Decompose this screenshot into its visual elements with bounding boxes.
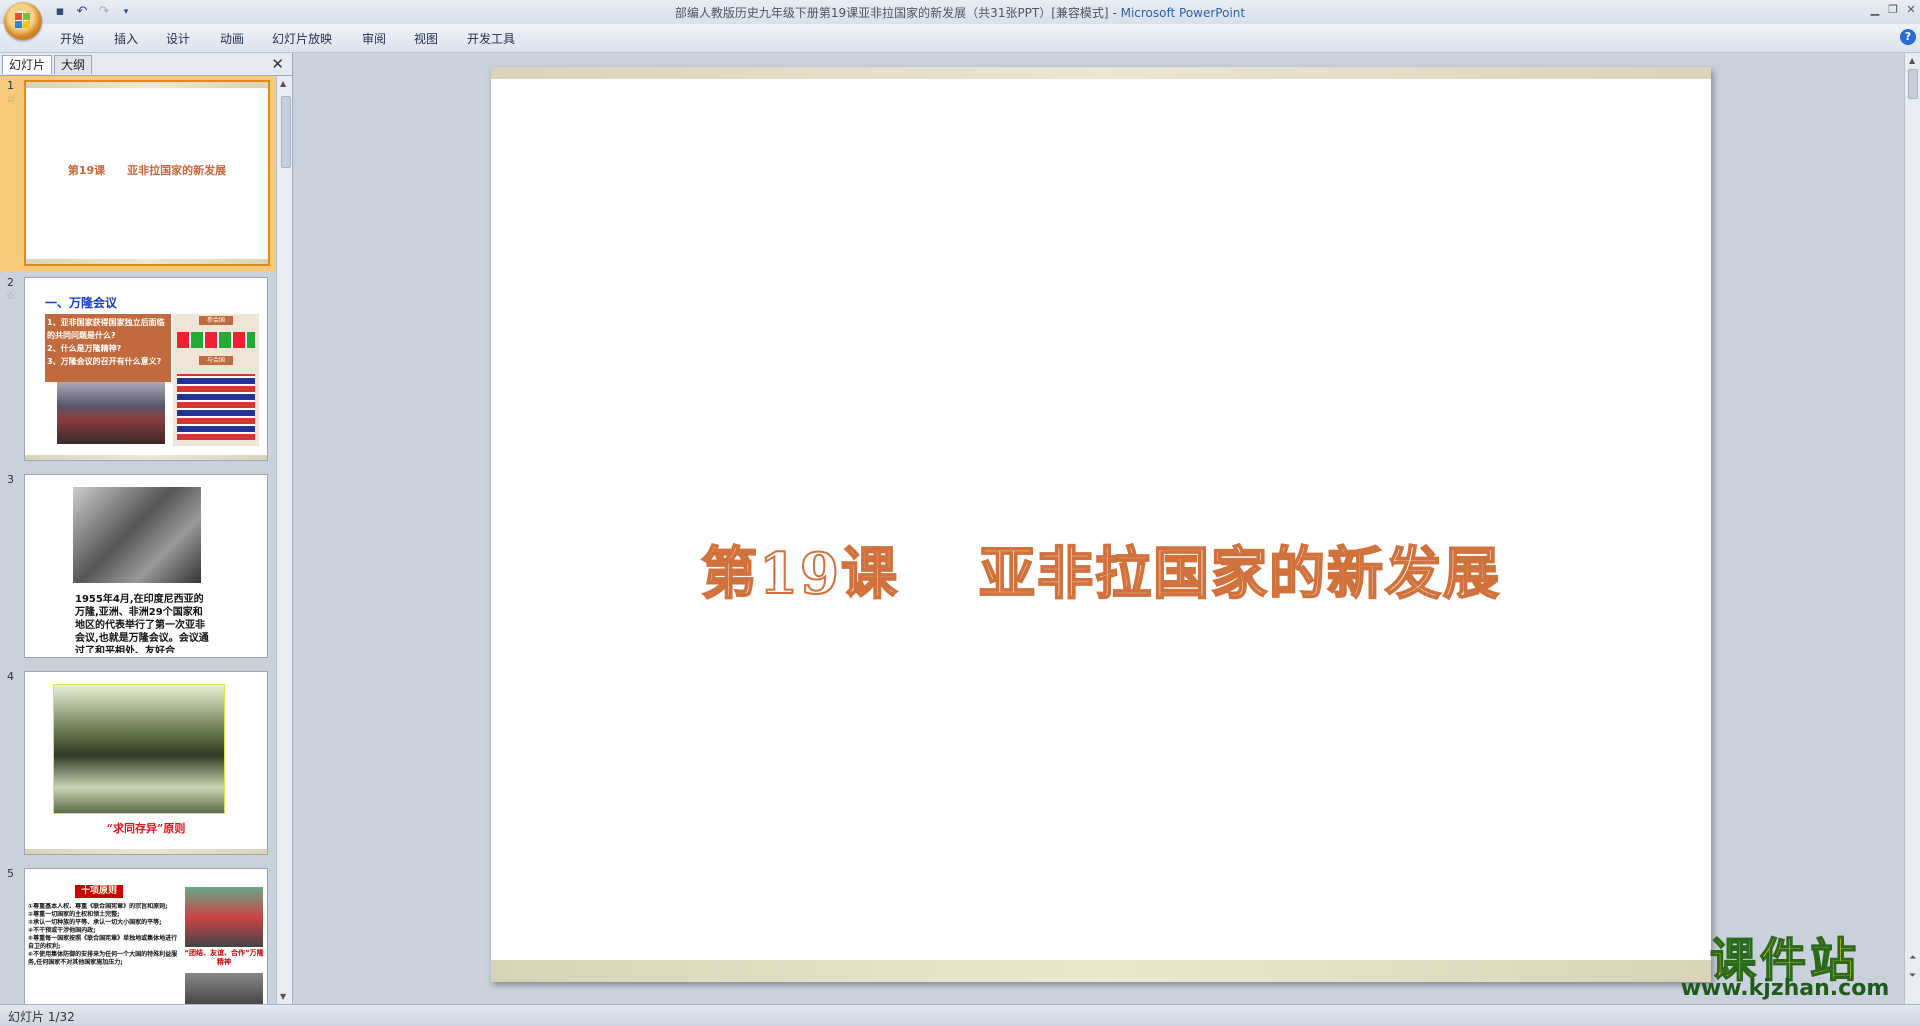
close-icon[interactable]: ✕ bbox=[1902, 2, 1920, 18]
current-slide[interactable]: 第19课 亚非拉国家的新发展 bbox=[491, 67, 1711, 982]
historical-photo bbox=[53, 684, 225, 814]
slide-number: 4 bbox=[7, 670, 14, 683]
slides-pane: 幻灯片 大纲 ✕ 1 ☆ 第19课 亚非拉国家的新发展 2 ☆ 一、万隆会议 1… bbox=[0, 53, 293, 1004]
slide-thumbnail-5[interactable]: 5 十项原则 ①尊重基本人权、尊重《联合国宪章》的宗旨和原则; ②尊重一切国家的… bbox=[0, 864, 276, 1004]
principle-line: ③承认一切种族的平等、承认一切大小国家的平等; bbox=[28, 919, 162, 926]
office-button[interactable] bbox=[4, 2, 42, 40]
lesson-title: 亚非拉国家的新发展 bbox=[978, 540, 1501, 608]
scroll-up-icon[interactable]: ▲ bbox=[280, 79, 286, 88]
thumb-title: 第19课 亚非拉国家的新发展 bbox=[67, 164, 227, 177]
slide-thumbnail-1[interactable]: 1 ☆ 第19课 亚非拉国家的新发展 bbox=[0, 76, 276, 272]
principle-line: ⑤尊重每一国家按照《联合国宪章》单独地或集体地进行自卫的权利; bbox=[28, 935, 178, 950]
flags-panel: 参会国 与会国 bbox=[173, 314, 259, 446]
slide-band-bottom bbox=[25, 849, 267, 854]
restore-icon[interactable]: ❐ bbox=[1884, 2, 1902, 18]
slide-indicator: 幻灯片 1/32 bbox=[8, 1010, 75, 1024]
conference-photo bbox=[57, 382, 165, 444]
lesson-number: 第19课 bbox=[700, 540, 899, 608]
animation-star-icon: ☆ bbox=[6, 94, 15, 105]
status-bar: 幻灯片 1/32 bbox=[0, 1004, 1920, 1026]
slide-thumbnail-2[interactable]: 2 ☆ 一、万隆会议 1、亚非国家获得国家独立后面临的共同问题是什么? 2、什么… bbox=[0, 273, 276, 469]
slide-thumbnail-3[interactable]: 3 1955年4月,在印度尼西亚的万隆,亚洲、非洲29个国家和地区的代表举行了第… bbox=[0, 470, 276, 666]
thumbnail-list: 1 ☆ 第19课 亚非拉国家的新发展 2 ☆ 一、万隆会议 1、亚非国家获得国家… bbox=[0, 76, 276, 1004]
photo-caption: “团结、友谊、合作”万隆精神 bbox=[184, 949, 264, 966]
office-logo-icon bbox=[15, 13, 31, 29]
next-slide-icon[interactable]: ⏷ bbox=[1909, 971, 1916, 981]
slide-band-bottom bbox=[491, 960, 1711, 982]
principle-line: ④不干预或干涉他国内政; bbox=[28, 927, 96, 934]
principles-list: ①尊重基本人权、尊重《联合国宪章》的宗旨和原则; ②尊重一切国家的主权和领土完整… bbox=[28, 903, 178, 1004]
thumbnail-scrollbar[interactable]: ▲ ▼ bbox=[276, 76, 291, 1004]
historical-photo bbox=[73, 487, 201, 583]
watermark-url: www.kjzhan.com bbox=[1680, 976, 1890, 1001]
question-line: 3、万隆会议的召开有什么意义? bbox=[47, 357, 162, 366]
ribbon-tabs: 开始 插入 设计 动画 幻灯片放映 审阅 视图 开发工具 ? bbox=[0, 24, 1920, 53]
slide-preview: “求同存异”原则 bbox=[24, 671, 268, 855]
window-title: 部编人教版历史九年级下册第19课亚非拉国家的新发展（共31张PPT）[兼容模式]… bbox=[674, 6, 1246, 20]
scroll-up-icon[interactable]: ▲ bbox=[1909, 56, 1915, 65]
slide-number: 1 bbox=[7, 79, 14, 92]
tab-animations[interactable]: 动画 bbox=[220, 30, 244, 47]
pane-tabs: 幻灯片 大纲 ✕ bbox=[0, 53, 292, 76]
tab-review[interactable]: 审阅 bbox=[362, 30, 386, 47]
slide-band-top bbox=[491, 67, 1711, 79]
principle-line: ①尊重基本人权、尊重《联合国宪章》的宗旨和原则; bbox=[28, 903, 168, 910]
tab-slideshow[interactable]: 幻灯片放映 bbox=[272, 30, 332, 47]
attendees-badge: 与会国 bbox=[199, 356, 233, 365]
slide-preview: 十项原则 ①尊重基本人权、尊重《联合国宪章》的宗旨和原则; ②尊重一切国家的主权… bbox=[24, 868, 268, 1004]
tab-design[interactable]: 设计 bbox=[166, 30, 190, 47]
slide-band-bottom bbox=[26, 259, 268, 264]
editor-scrollbar[interactable]: ▲ ⏶ ⏷ bbox=[1904, 53, 1920, 1004]
thumb-caption: “求同存异”原则 bbox=[106, 822, 186, 835]
previous-slide-icon[interactable]: ⏶ bbox=[1909, 953, 1916, 963]
question-line: 2、什么是万隆精神? bbox=[47, 344, 122, 353]
tab-outline[interactable]: 大纲 bbox=[54, 55, 93, 74]
tab-slides[interactable]: 幻灯片 bbox=[2, 55, 53, 74]
question-box: 1、亚非国家获得国家独立后面临的共同问题是什么? 2、什么是万隆精神? 3、万隆… bbox=[45, 314, 171, 382]
principle-line: ②尊重一切国家的主权和领土完整; bbox=[28, 911, 120, 918]
participants-badge: 参会国 bbox=[199, 316, 233, 325]
scrollbar-thumb[interactable] bbox=[281, 96, 291, 168]
tab-developer[interactable]: 开发工具 bbox=[467, 30, 515, 47]
title-bar: ▪ ↶ ↷ ▾ 部编人教版历史九年级下册第19课亚非拉国家的新发展（共31张PP… bbox=[0, 0, 1920, 40]
pane-close-icon[interactable]: ✕ bbox=[271, 55, 284, 73]
watermark-logo: 课件站 www.kjzhan.com bbox=[1670, 924, 1900, 1004]
slide-band-bottom bbox=[25, 455, 267, 460]
slide-thumbnail-4[interactable]: 4 “求同存异”原则 bbox=[0, 667, 276, 863]
animation-star-icon: ☆ bbox=[6, 291, 15, 302]
principles-badge: 十项原则 bbox=[75, 885, 123, 898]
thumb-caption: 1955年4月,在印度尼西亚的万隆,亚洲、非洲29个国家和地区的代表举行了第一次… bbox=[75, 594, 209, 653]
slide-preview: 第19课 亚非拉国家的新发展 bbox=[24, 80, 270, 266]
slide-title[interactable]: 第19课 亚非拉国家的新发展 bbox=[491, 529, 1711, 610]
flags-row bbox=[177, 332, 255, 348]
slide-preview: 1955年4月,在印度尼西亚的万隆,亚洲、非洲29个国家和地区的代表举行了第一次… bbox=[24, 474, 268, 658]
slide-number: 2 bbox=[7, 276, 14, 289]
conference-photo bbox=[185, 973, 263, 1004]
slide-number: 3 bbox=[7, 473, 14, 486]
help-icon[interactable]: ? bbox=[1900, 29, 1916, 45]
principle-line: ⑥不使用集体防御的安排来为任何一个大国的特殊利益服务,任何国家不对其他国家施加压… bbox=[28, 951, 178, 966]
slide-band-top bbox=[26, 82, 268, 88]
slide-preview: 一、万隆会议 1、亚非国家获得国家独立后面临的共同问题是什么? 2、什么是万隆精… bbox=[24, 277, 268, 461]
tab-view[interactable]: 视图 bbox=[414, 30, 438, 47]
scroll-down-icon[interactable]: ▼ bbox=[280, 992, 286, 1001]
slide-number: 5 bbox=[7, 867, 14, 880]
flags-grid bbox=[177, 374, 255, 440]
tab-insert[interactable]: 插入 bbox=[114, 30, 138, 47]
minimize-icon[interactable]: ▁ bbox=[1866, 2, 1884, 18]
scrollbar-thumb[interactable] bbox=[1908, 69, 1918, 99]
thumb-heading: 一、万隆会议 bbox=[45, 296, 118, 310]
question-line: 1、亚非国家获得国家独立后面临的共同问题是什么? bbox=[47, 318, 165, 340]
tab-home[interactable]: 开始 bbox=[60, 30, 84, 47]
conference-photo bbox=[185, 887, 263, 947]
